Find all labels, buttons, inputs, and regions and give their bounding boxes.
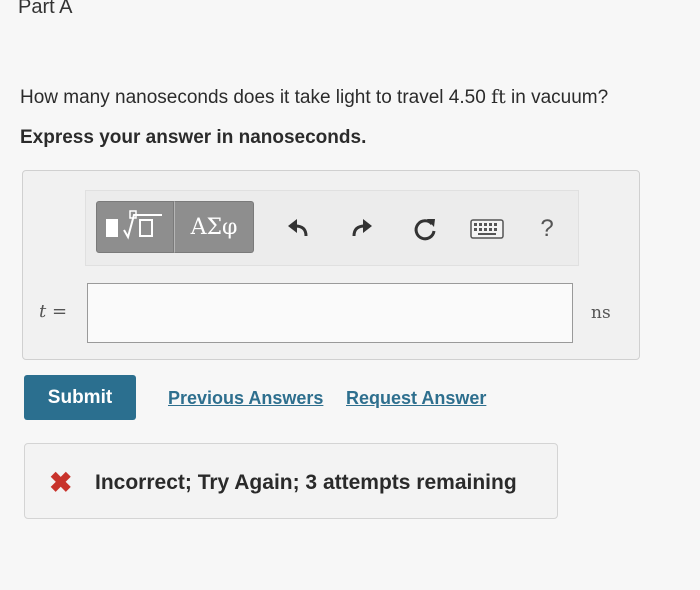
feedback-message: Incorrect; Try Again; 3 attempts remaini… [95, 471, 517, 494]
undo-icon [288, 219, 308, 237]
question-unit: ft [491, 86, 506, 108]
question-text-before: How many nanoseconds does it take light … [20, 87, 492, 108]
variable-label: t = [39, 301, 67, 322]
equals-sign: = [46, 301, 68, 322]
keyboard-icon [470, 219, 504, 239]
help-button[interactable]: ? [530, 213, 564, 245]
question-text: How many nanoseconds does it take light … [20, 86, 608, 109]
answer-input[interactable] [87, 283, 573, 343]
keyboard-button[interactable] [470, 213, 504, 245]
unit-label: ns [591, 303, 611, 323]
feedback-panel: ✖ Incorrect; Try Again; 3 attempts remai… [24, 443, 558, 519]
incorrect-x-icon: ✖ [49, 467, 73, 498]
redo-icon [352, 219, 372, 237]
math-toolbar: ΑΣφ ? [85, 190, 579, 266]
redo-button[interactable] [344, 213, 378, 245]
reset-icon [414, 219, 436, 241]
templates-button[interactable] [96, 201, 174, 253]
undo-button[interactable] [282, 213, 316, 245]
request-answer-link[interactable]: Request Answer [346, 388, 486, 409]
part-title: Part A [18, 0, 73, 18]
previous-answers-link[interactable]: Previous Answers [168, 388, 323, 409]
submit-button[interactable]: Submit [24, 375, 136, 420]
templates-icon [106, 210, 162, 240]
answer-panel: ΑΣφ ? t = ns [22, 170, 640, 360]
help-icon: ? [540, 215, 554, 242]
reset-button[interactable] [408, 213, 442, 245]
answer-instruction: Express your answer in nanoseconds. [20, 127, 367, 148]
toolbar-button-group: ΑΣφ [96, 201, 254, 253]
greek-symbols-button[interactable]: ΑΣφ [174, 201, 254, 253]
question-text-after: in vacuum? [505, 87, 609, 108]
